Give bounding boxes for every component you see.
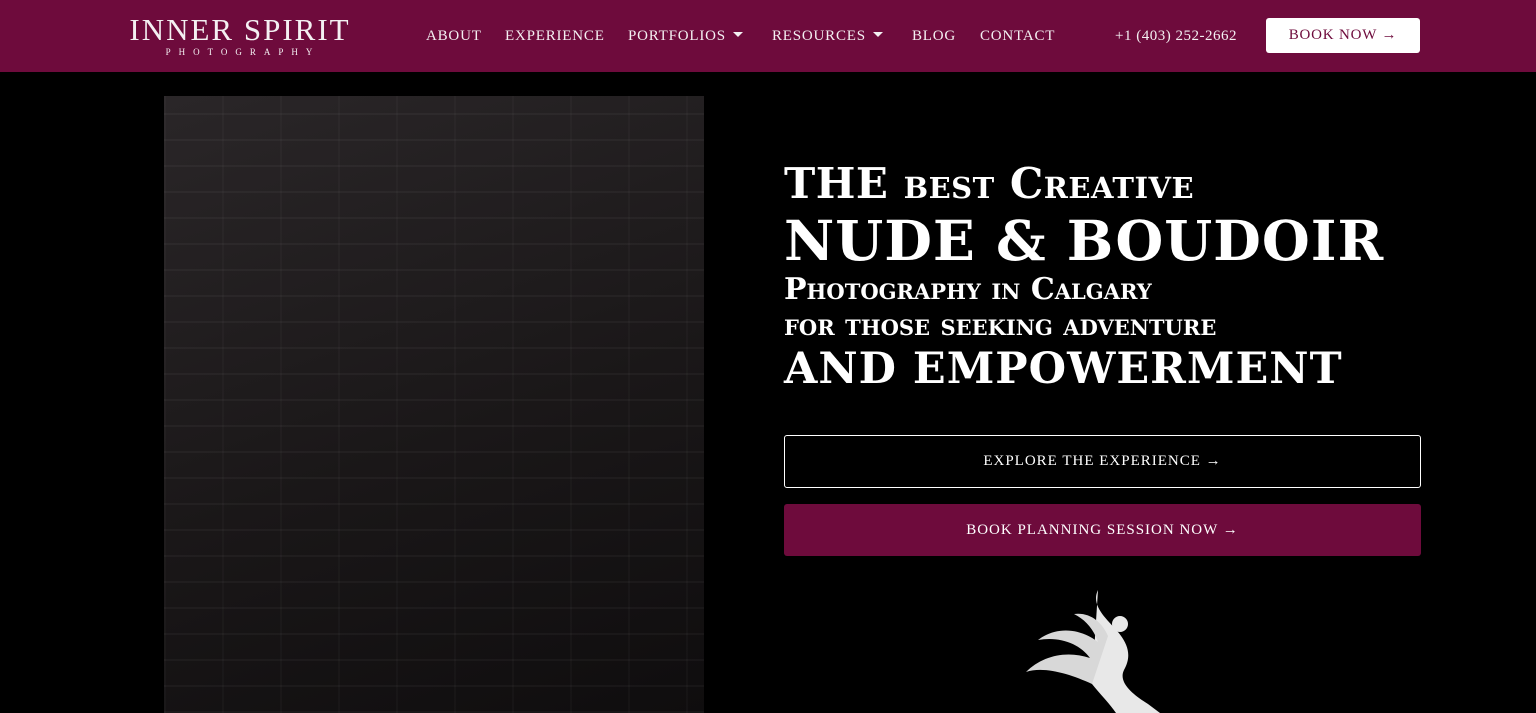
- logo-sub-text: PHOTOGRAPHY: [165, 47, 321, 57]
- winged-figure-emblem-icon: [1026, 590, 1160, 713]
- headline-line-4: for those seeking adventure: [784, 308, 1217, 343]
- headline-line-3: Photography in Calgary: [784, 272, 1152, 307]
- site-header: INNER SPIRIT PHOTOGRAPHY ABOUT EXPERIENC…: [0, 0, 1536, 72]
- nav-resources[interactable]: RESOURCES: [772, 27, 883, 45]
- nav-resources-label: RESOURCES: [772, 28, 866, 44]
- logo-main-text: INNER SPIRIT: [129, 12, 351, 47]
- chevron-down-icon: [872, 32, 883, 37]
- book-now-button[interactable]: BOOK NOW →: [1266, 18, 1420, 53]
- book-planning-session-button[interactable]: BOOK PLANNING SESSION NOW →: [784, 504, 1421, 556]
- chevron-down-icon: [732, 32, 743, 37]
- phone-link[interactable]: +1 (403) 252-2662: [1115, 27, 1237, 45]
- nav-contact[interactable]: CONTACT: [980, 27, 1055, 45]
- headline-line-5: AND EMPOWERMENT: [784, 344, 1343, 394]
- headline-line-2: NUDE & BOUDOIR: [784, 208, 1385, 273]
- nav-portfolios[interactable]: PORTFOLIOS: [628, 27, 743, 45]
- site-logo[interactable]: INNER SPIRIT PHOTOGRAPHY: [112, 14, 368, 58]
- nav-portfolios-label: PORTFOLIOS: [628, 28, 726, 44]
- headline-line-1: THE best Creative: [784, 159, 1195, 208]
- hero-headline: THE best Creative NUDE & BOUDOIR Photogr…: [784, 158, 1404, 394]
- nav-about[interactable]: ABOUT: [426, 27, 482, 45]
- hero-photo-placeholder: [164, 96, 704, 713]
- nav-blog[interactable]: BLOG: [912, 27, 956, 45]
- nav-experience[interactable]: EXPERIENCE: [505, 27, 605, 45]
- explore-experience-button[interactable]: EXPLORE THE EXPERIENCE →: [784, 435, 1421, 488]
